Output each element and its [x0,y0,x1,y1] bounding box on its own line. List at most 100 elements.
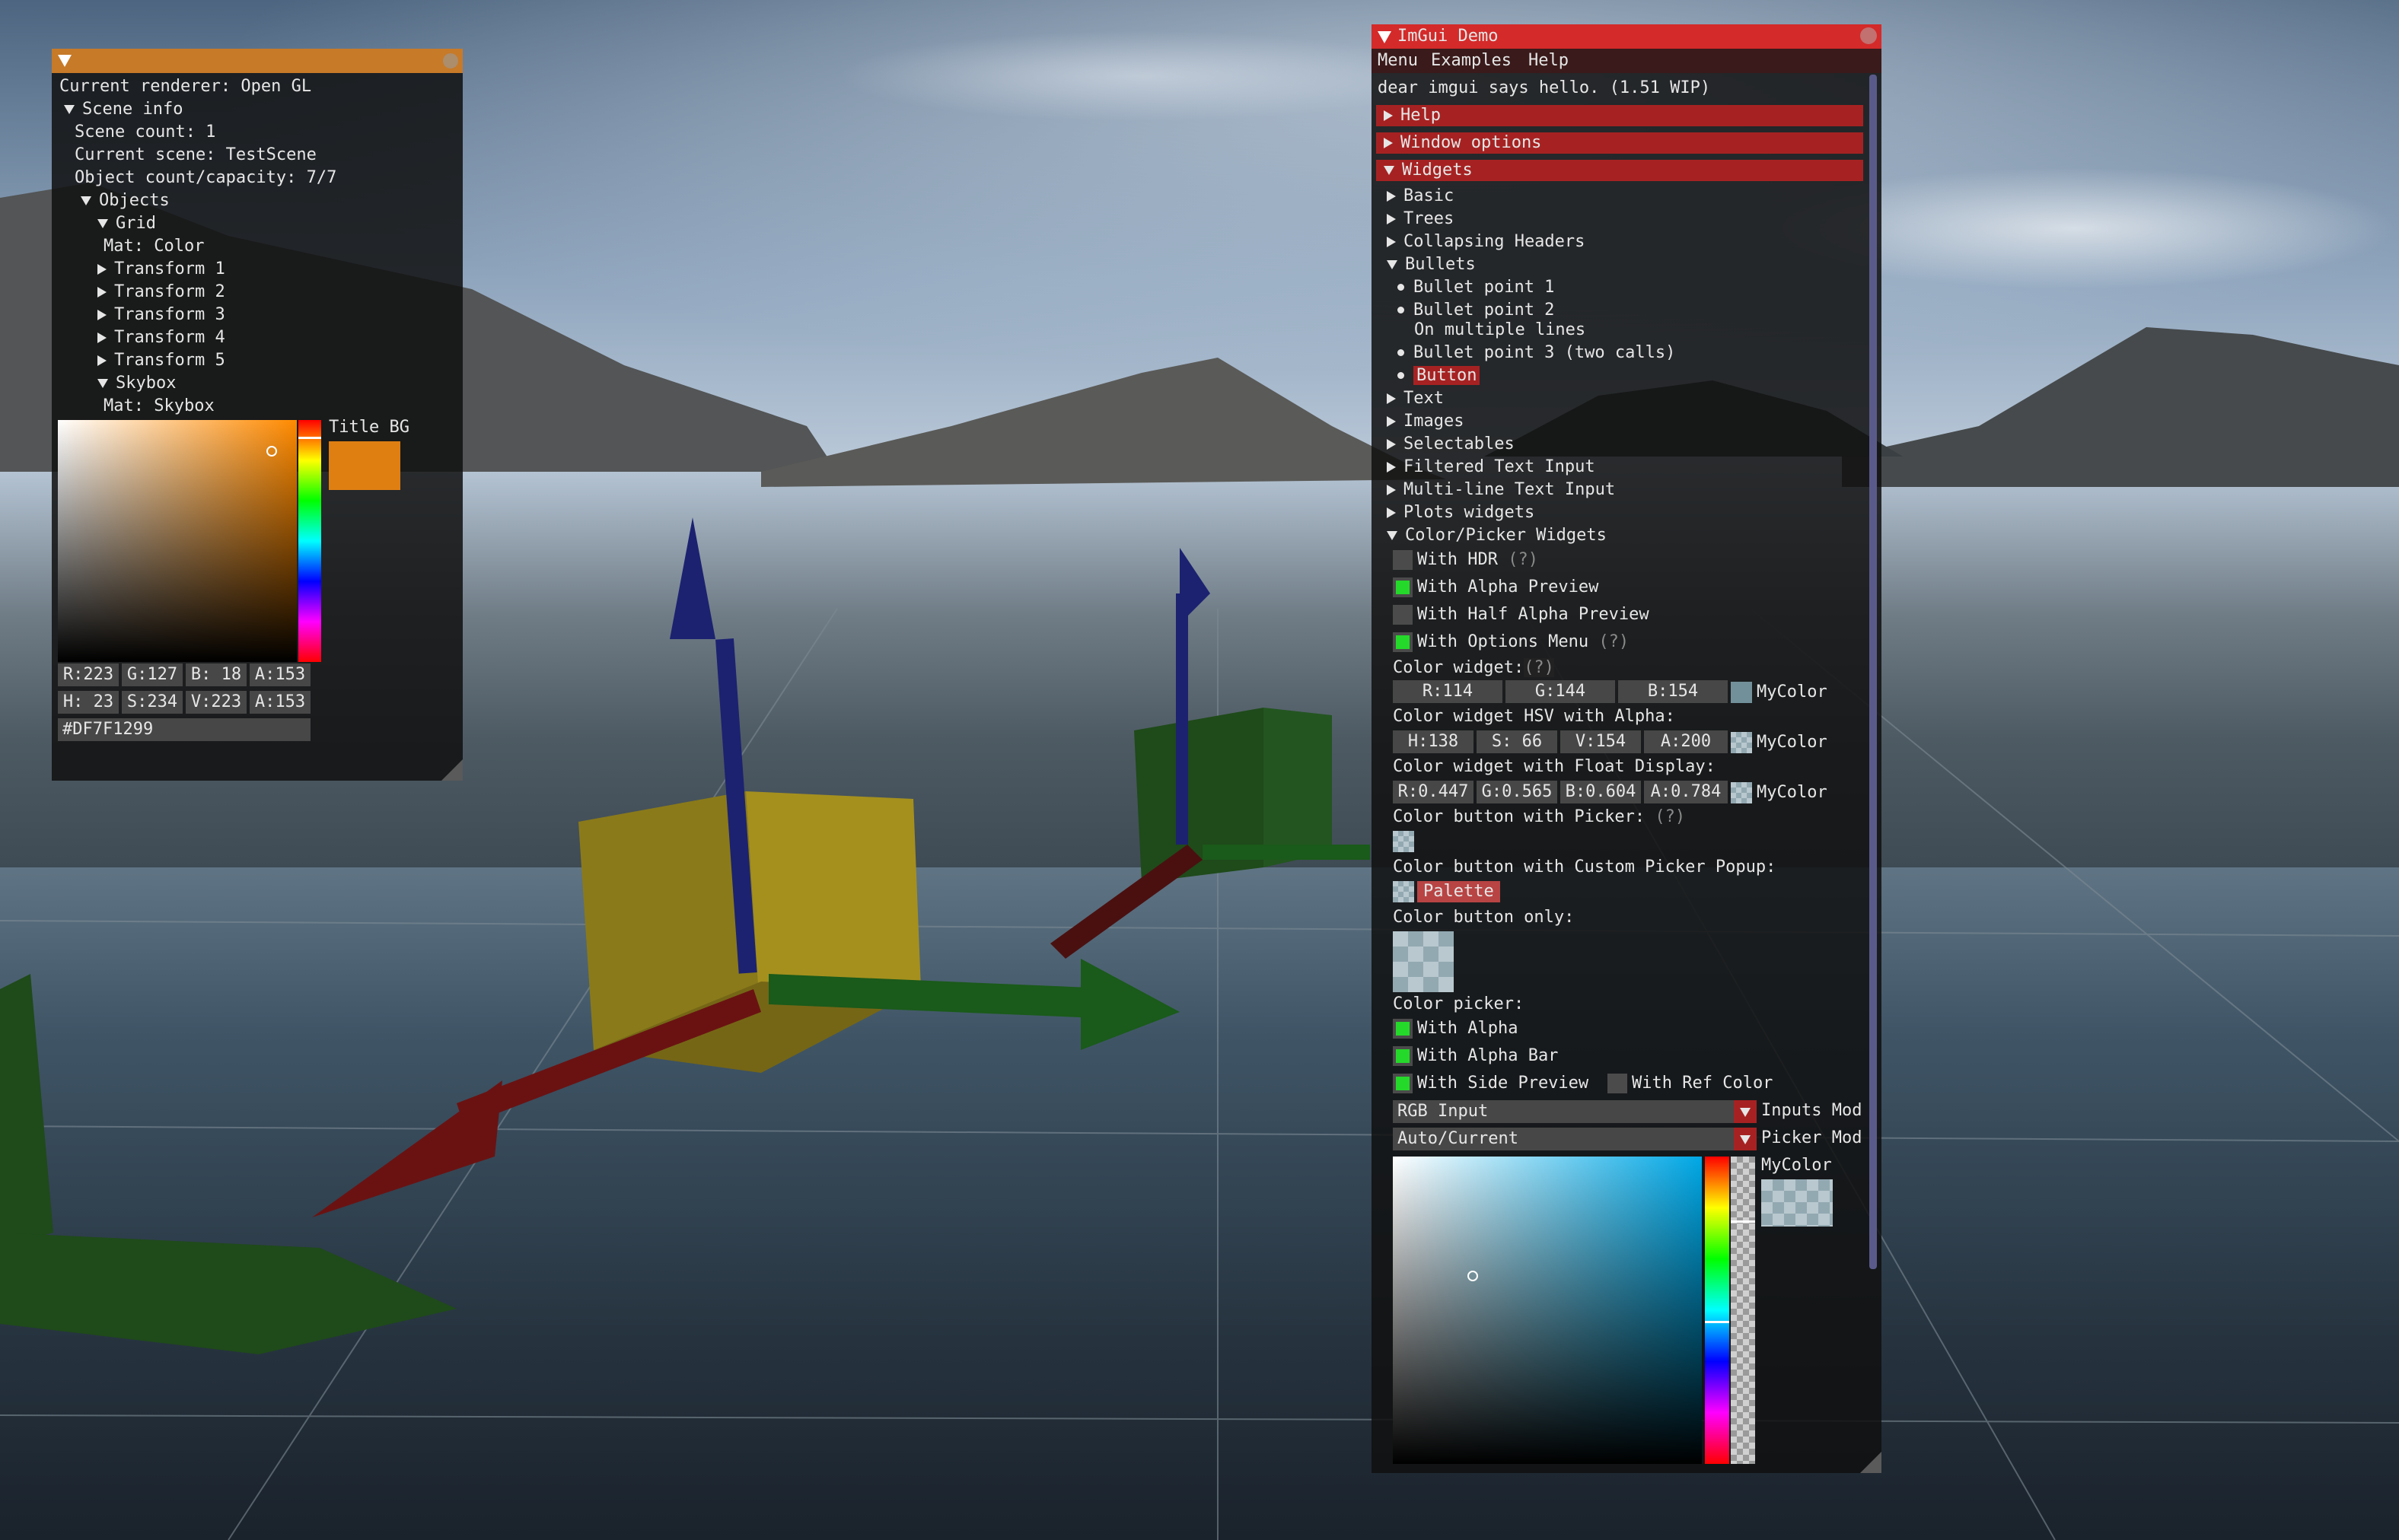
inputs-mode-combo[interactable]: RGB Input [1393,1100,1757,1123]
header-widgets[interactable]: Widgets [1376,160,1863,181]
checkbox[interactable] [1607,1074,1627,1093]
tree-closed-icon [1387,416,1396,427]
scene-info-titlebar[interactable] [52,49,463,73]
checkbox[interactable] [1393,1074,1413,1093]
help-marker[interactable]: (?) [1598,632,1629,651]
tree-multiline-text-input[interactable]: Multi-line Text Input [1387,479,1615,501]
tree-transform-3[interactable]: Transform 3 [97,304,225,326]
hue-cursor[interactable] [1705,1321,1729,1323]
menu-help[interactable]: Help [1528,50,1569,72]
demo-titlebar[interactable]: ImGui Demo [1372,24,1881,49]
tree-basic[interactable]: Basic [1387,186,1454,207]
help-marker[interactable]: (?) [1508,550,1538,569]
picker-cursor[interactable] [266,446,277,457]
rgb-input-r[interactable]: R:114 [1393,680,1502,703]
picker-cursor[interactable] [1467,1271,1478,1281]
color-swatch-alpha[interactable] [1731,782,1752,803]
imgui-demo-window[interactable]: ImGui Demo Menu Examples Help dear imgui… [1372,24,1881,1473]
hex-input[interactable]: #DF7F1299 [58,718,311,741]
tree-plots-widgets[interactable]: Plots widgets [1387,502,1534,523]
scene-info-window[interactable]: Current renderer: Open GL Scene info Sce… [52,49,463,781]
palette-button[interactable]: Palette [1417,881,1500,902]
option-with-side-preview[interactable]: With Side Preview [1393,1073,1588,1094]
input-a[interactable]: A:153 [250,663,311,686]
color-swatch-alpha[interactable] [1731,732,1752,753]
checkbox[interactable] [1393,1046,1413,1066]
tree-bullets[interactable]: Bullets [1387,254,1476,275]
option-with-options-menu[interactable]: With Options Menu (?) [1393,632,1629,653]
checkbox[interactable] [1393,605,1413,625]
tree-images[interactable]: Images [1387,411,1464,432]
tree-skybox[interactable]: Skybox [97,373,176,394]
option-with-half-alpha-preview[interactable]: With Half Alpha Preview [1393,604,1649,625]
hue-bar[interactable] [298,420,321,662]
tree-filtered-text-input[interactable]: Filtered Text Input [1387,457,1595,478]
picker-mode-combo[interactable]: Auto/Current [1393,1128,1757,1150]
resize-grip[interactable] [441,759,463,781]
tree-selectables[interactable]: Selectables [1387,434,1515,455]
alpha-cursor[interactable] [1731,1220,1755,1223]
checkbox[interactable] [1393,550,1413,570]
input-v[interactable]: V:223 [186,691,247,714]
color-swatch[interactable] [1731,682,1752,703]
close-icon[interactable] [1860,27,1877,44]
color-button-only[interactable] [1393,931,1454,992]
resize-grip[interactable] [1860,1452,1881,1473]
sv-picker-square[interactable] [1393,1157,1702,1464]
tree-objects[interactable]: Objects [81,190,170,212]
header-window-options[interactable]: Window options [1376,132,1863,154]
tree-grid[interactable]: Grid [97,213,156,234]
hue-cursor[interactable] [298,437,321,439]
checkbox[interactable] [1393,632,1413,652]
tree-trees[interactable]: Trees [1387,208,1454,230]
float-input-a[interactable]: A:0.784 [1644,781,1728,803]
float-input-r[interactable]: R:0.447 [1393,781,1473,803]
checkbox[interactable] [1393,1019,1413,1039]
tree-transform-4[interactable]: Transform 4 [97,327,225,348]
float-input-b[interactable]: B:0.604 [1560,781,1641,803]
hsv-input-v[interactable]: V:154 [1560,730,1641,753]
option-with-alpha[interactable]: With Alpha [1393,1018,1518,1039]
input-r[interactable]: R:223 [58,663,119,686]
tree-text[interactable]: Text [1387,388,1444,409]
input-g[interactable]: G:127 [122,663,183,686]
tree-transform-2[interactable]: Transform 2 [97,282,225,303]
collapse-icon[interactable] [58,55,72,67]
tree-scene-info[interactable]: Scene info [64,99,183,120]
option-with-alpha-preview[interactable]: With Alpha Preview [1393,577,1598,598]
menu-examples[interactable]: Examples [1431,50,1512,72]
help-marker[interactable]: (?) [1655,807,1685,826]
menu-menu[interactable]: Menu [1378,50,1418,72]
tree-transform-5[interactable]: Transform 5 [97,350,225,371]
hue-bar[interactable] [1705,1157,1729,1464]
input-b[interactable]: B: 18 [186,663,247,686]
scrollbar[interactable] [1869,75,1877,1269]
checkbox[interactable] [1393,578,1413,597]
tree-transform-1[interactable]: Transform 1 [97,259,225,280]
input-a-hsv[interactable]: A:153 [250,691,311,714]
rgb-input-g[interactable]: G:144 [1505,680,1615,703]
color-button-picker[interactable] [1393,831,1414,852]
input-s[interactable]: S:234 [122,691,183,714]
collapse-icon[interactable] [1378,31,1391,43]
bullet-button[interactable]: Button [1413,366,1480,385]
color-button-custom[interactable] [1393,881,1414,902]
hsv-input-h[interactable]: H:138 [1393,730,1473,753]
hsv-input-a[interactable]: A:200 [1644,730,1728,753]
tree-color-picker-widgets[interactable]: Color/Picker Widgets [1387,525,1607,546]
sv-picker-square[interactable] [58,420,297,662]
alpha-bar[interactable] [1731,1157,1755,1464]
tree-collapsing-headers[interactable]: Collapsing Headers [1387,231,1585,253]
chevron-down-icon[interactable] [1734,1128,1757,1150]
hsv-input-s[interactable]: S: 66 [1477,730,1557,753]
input-h[interactable]: H: 23 [58,691,119,714]
option-with-hdr[interactable]: With HDR (?) [1393,549,1538,571]
float-input-g[interactable]: G:0.565 [1477,781,1557,803]
option-with-alpha-bar[interactable]: With Alpha Bar [1393,1045,1558,1067]
header-help[interactable]: Help [1376,105,1863,126]
chevron-down-icon[interactable] [1734,1100,1757,1123]
help-marker[interactable]: (?) [1524,658,1554,677]
close-icon[interactable] [443,53,458,68]
option-with-ref-color[interactable]: With Ref Color [1607,1073,1773,1094]
rgb-input-b[interactable]: B:154 [1618,680,1728,703]
